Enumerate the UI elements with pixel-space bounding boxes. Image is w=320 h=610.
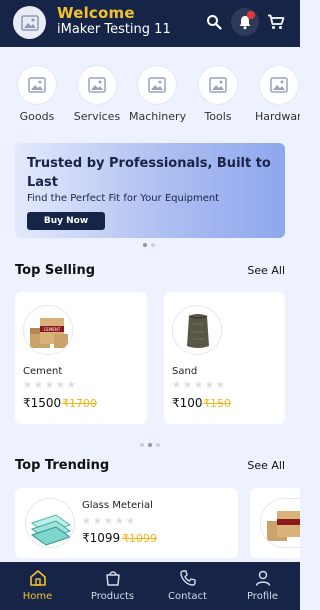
product-price: ₹1500 (23, 396, 62, 410)
pagination-dot (143, 243, 147, 247)
star-icon: ★ (125, 516, 135, 527)
promo-banner[interactable]: Trusted by Professionals, Built to Last … (15, 143, 285, 238)
nav-label: Home (22, 591, 53, 602)
cement-image: CEMENT (23, 305, 73, 355)
welcome-text: Welcome (57, 4, 135, 22)
nav-contact[interactable]: Contact (150, 562, 225, 610)
product-price: ₹100 (172, 396, 203, 410)
nav-label: Contact (168, 591, 207, 602)
image-placeholder-icon (78, 66, 116, 104)
category-machinery[interactable]: Machinery (129, 66, 187, 123)
bottom-nav: Home Products Contact Profile (0, 562, 300, 610)
notification-badge (247, 11, 255, 19)
top-selling-see-all[interactable]: See All (247, 264, 285, 277)
banner-title: Trusted by Professionals, Built to Last (27, 156, 271, 190)
star-icon: ★ (193, 380, 203, 391)
category-tools[interactable]: Tools (190, 66, 246, 123)
nav-label: Products (90, 591, 135, 602)
rating-stars: ★ ★ ★ ★ ★ (172, 380, 225, 391)
star-icon: ★ (215, 380, 225, 391)
star-icon: ★ (182, 380, 192, 391)
product-card-partial[interactable] (250, 488, 300, 558)
category-hardware[interactable]: Hardware (248, 66, 300, 123)
nav-label: Profile (246, 591, 279, 602)
product-name: Sand (172, 366, 198, 377)
star-icon: ★ (44, 380, 54, 391)
buy-now-button[interactable]: Buy Now (27, 212, 105, 230)
image-placeholder-icon (199, 66, 237, 104)
image-placeholder-icon (138, 66, 176, 104)
nav-profile[interactable]: Profile (225, 562, 300, 610)
category-label: Services (73, 110, 121, 123)
star-icon: ★ (23, 380, 32, 391)
category-services[interactable]: Services (69, 66, 125, 123)
star-icon: ★ (114, 516, 124, 527)
category-label: Tools (204, 110, 232, 123)
rating-stars: ★ ★ ★ ★ ★ (23, 380, 76, 391)
category-label: Hardware (255, 110, 300, 123)
category-goods[interactable]: Goods (9, 66, 65, 123)
star-icon: ★ (55, 380, 65, 391)
star-icon: ★ (92, 516, 102, 527)
home-icon (28, 568, 48, 588)
top-trending-title: Top Trending (15, 458, 110, 473)
bag-icon (103, 568, 123, 588)
avatar[interactable] (13, 6, 46, 39)
pagination-dot (156, 443, 160, 447)
search-icon[interactable] (202, 10, 226, 34)
star-icon: ★ (33, 380, 43, 391)
banner-subtitle: Find the Perfect Fit for Your Equipment (27, 193, 220, 204)
star-icon: ★ (172, 380, 181, 391)
glass-image (25, 498, 75, 548)
notifications-button[interactable] (231, 8, 259, 36)
rating-stars: ★ ★ ★ ★ ★ (82, 516, 135, 527)
product-name: Cement (23, 366, 63, 377)
category-label: Machinery (129, 110, 187, 123)
product-old-price: ₹1099 (122, 532, 157, 545)
star-icon: ★ (204, 380, 214, 391)
top-selling-title: Top Selling (15, 263, 96, 278)
star-icon: ★ (103, 516, 113, 527)
product-name: Glass Meterial (82, 500, 153, 511)
phone-icon (178, 568, 198, 588)
banner-pagination (143, 243, 155, 247)
cement-image (260, 498, 300, 548)
star-icon: ★ (82, 516, 91, 527)
product-old-price: ₹1700 (62, 397, 97, 410)
product-card-cement[interactable]: CEMENT Cement ★ ★ ★ ★ ★ ₹1500 ₹1700 (15, 292, 147, 424)
nav-products[interactable]: Products (75, 562, 150, 610)
product-card-sand[interactable]: Sand ★ ★ ★ ★ ★ ₹100 ₹150 (164, 292, 285, 424)
nav-home[interactable]: Home (0, 562, 75, 610)
product-old-price: ₹150 (203, 397, 231, 410)
product-price: ₹1099 (82, 531, 121, 545)
sand-image (172, 305, 222, 355)
cart-icon[interactable] (264, 10, 288, 34)
image-placeholder-icon (20, 14, 39, 31)
category-label: Goods (19, 110, 55, 123)
pagination-dot (148, 443, 152, 447)
star-icon: ★ (66, 380, 76, 391)
svg-text:CEMENT: CEMENT (44, 327, 61, 332)
pagination-dot (151, 243, 155, 247)
pagination-dot (140, 443, 144, 447)
product-card-glass[interactable]: Glass Meterial ★ ★ ★ ★ ★ ₹1099 ₹1099 (15, 488, 238, 558)
image-placeholder-icon (260, 66, 298, 104)
person-icon (253, 568, 273, 588)
top-trending-see-all[interactable]: See All (247, 459, 285, 472)
company-name: iMaker Testing 11 (57, 22, 171, 37)
image-placeholder-icon (18, 66, 56, 104)
top-selling-pagination (140, 443, 160, 447)
app-header: Welcome iMaker Testing 11 (0, 0, 300, 47)
